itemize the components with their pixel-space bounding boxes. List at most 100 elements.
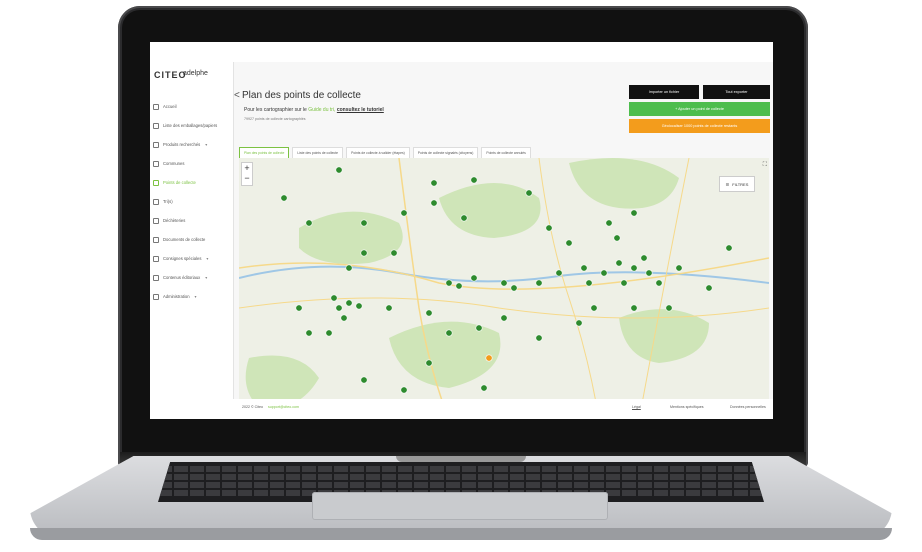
collection-point-pin[interactable] [345,264,353,272]
sidebar-item-label: Consignes spéciales [163,256,202,261]
nav-icon [153,179,159,186]
geolocate-button[interactable]: Géolocaliser 1000 points de collecte res… [629,119,770,133]
guide-link[interactable]: Guide du tri, [308,107,335,113]
collection-point-pin[interactable] [725,244,733,252]
collection-point-pin[interactable] [345,299,353,307]
collection-point-pin[interactable] [430,199,438,207]
footer-data-link[interactable]: Données personnelles [730,405,766,409]
collection-point-pin[interactable] [555,269,563,277]
collection-point-pin[interactable] [340,314,348,322]
collection-point-pin[interactable] [525,189,533,197]
collection-point-pin[interactable] [455,282,463,290]
collection-point-pin[interactable] [480,384,488,392]
collection-point-pin[interactable] [305,219,313,227]
collection-point-pin[interactable] [630,304,638,312]
footer-legal-link[interactable]: Légal [632,405,641,409]
collection-point-pin[interactable] [535,334,543,342]
tab-bar: Plan des points de collecte Liste des poi… [239,147,531,159]
collection-point-pin[interactable] [295,304,303,312]
sidebar-item[interactable]: Accueil [150,97,233,116]
sidebar-item[interactable]: Liste des emballages/papiers [150,116,233,135]
collection-point-pin[interactable] [500,314,508,322]
chevron-down-icon: ▾ [205,142,208,147]
collection-point-pin[interactable] [500,279,508,287]
sidebar-item[interactable]: Tri(s) [150,192,233,211]
collection-point-pin[interactable] [390,249,398,257]
page-subtitle: Pour les cartographier sur le Guide du t… [244,107,384,113]
collection-point-pin[interactable] [590,304,598,312]
collection-point-pin[interactable] [675,264,683,272]
import-button[interactable]: Importer un fichier [629,85,699,99]
sidebar-item[interactable]: Administration ▾ [150,287,233,306]
collection-point-pin[interactable] [640,254,648,262]
collection-point-pin[interactable] [360,219,368,227]
collection-point-pin[interactable] [325,329,333,337]
collection-point-pin[interactable] [655,279,663,287]
collection-point-pin[interactable] [585,279,593,287]
map[interactable]: + − ⛶ ☰ FILTRES [239,158,769,419]
sidebar-item[interactable]: Points de collecte [150,173,233,192]
collection-point-pin[interactable] [615,259,623,267]
collection-point-pin[interactable] [400,386,408,394]
footer-email[interactable]: support@citeo.com [268,405,299,409]
collection-point-pin[interactable] [330,294,338,302]
trackpad [312,492,608,520]
back-button[interactable]: < [234,90,240,101]
subtitle-text: Pour les cartographier sur le [244,107,307,113]
collection-point-pin[interactable] [360,249,368,257]
collection-point-pin[interactable] [445,279,453,287]
sidebar-item-label: Documents de collecte [163,237,206,242]
collection-point-pin[interactable] [385,304,393,312]
collection-point-pin[interactable] [335,304,343,312]
collection-point-pin[interactable] [460,214,468,222]
collection-point-pin[interactable] [665,304,673,312]
collection-point-pin[interactable] [360,376,368,384]
collection-point-pin[interactable] [355,302,363,310]
adelphe-logo: adelphe [183,70,208,77]
sidebar-item[interactable]: Contenus éditoriaux ▾ [150,268,233,287]
collection-point-pin[interactable] [545,224,553,232]
collection-point-pin[interactable] [605,219,613,227]
collection-point-pin[interactable] [630,209,638,217]
collection-point-pin[interactable] [425,359,433,367]
zoom-out-button[interactable]: − [242,173,252,183]
collection-point-pin[interactable] [430,179,438,187]
zoom-control: + − [241,162,253,186]
add-point-button[interactable]: + Ajouter un point de collecte [629,102,770,116]
export-button[interactable]: Tout exporter [703,85,770,99]
collection-point-pin[interactable] [470,176,478,184]
collection-point-pin[interactable] [475,324,483,332]
collection-point-pin[interactable] [280,194,288,202]
collection-point-pin[interactable] [705,284,713,292]
collection-point-pin[interactable] [305,329,313,337]
collection-point-pin[interactable] [335,166,343,174]
fullscreen-icon[interactable]: ⛶ [763,162,767,169]
collection-point-pin[interactable] [613,234,621,242]
collection-point-pin[interactable] [445,329,453,337]
collection-point-pin[interactable] [565,239,573,247]
collection-point-pin[interactable] [575,319,583,327]
collection-point-pin[interactable] [600,269,608,277]
collection-point-pin[interactable] [425,309,433,317]
sidebar-item[interactable]: Produits recherchés ▾ [150,135,233,154]
collection-point-pin[interactable] [485,354,493,362]
collection-point-pin[interactable] [510,284,518,292]
collection-point-pin[interactable] [630,264,638,272]
collection-point-pin[interactable] [645,269,653,277]
tutorial-link[interactable]: consultez le tutoriel [337,107,384,113]
sidebar-item-label: Points de collecte [163,180,196,185]
collection-point-pin[interactable] [470,274,478,282]
sidebar-item[interactable]: Déchèteries [150,211,233,230]
collection-point-pin[interactable] [620,279,628,287]
filters-button[interactable]: ☰ FILTRES [719,176,755,192]
footer-privacy-link[interactable]: Mentions spécifiques [670,405,704,409]
collection-point-pin[interactable] [580,264,588,272]
zoom-in-button[interactable]: + [242,163,252,173]
collection-point-pin[interactable] [400,209,408,217]
sidebar-item[interactable]: Documents de collecte [150,230,233,249]
sidebar-item[interactable]: Consignes spéciales ▾ [150,249,233,268]
forest-area [389,321,501,388]
sidebar-item[interactable]: Communes [150,154,233,173]
collection-point-pin[interactable] [535,279,543,287]
laptop-notch [396,456,526,462]
